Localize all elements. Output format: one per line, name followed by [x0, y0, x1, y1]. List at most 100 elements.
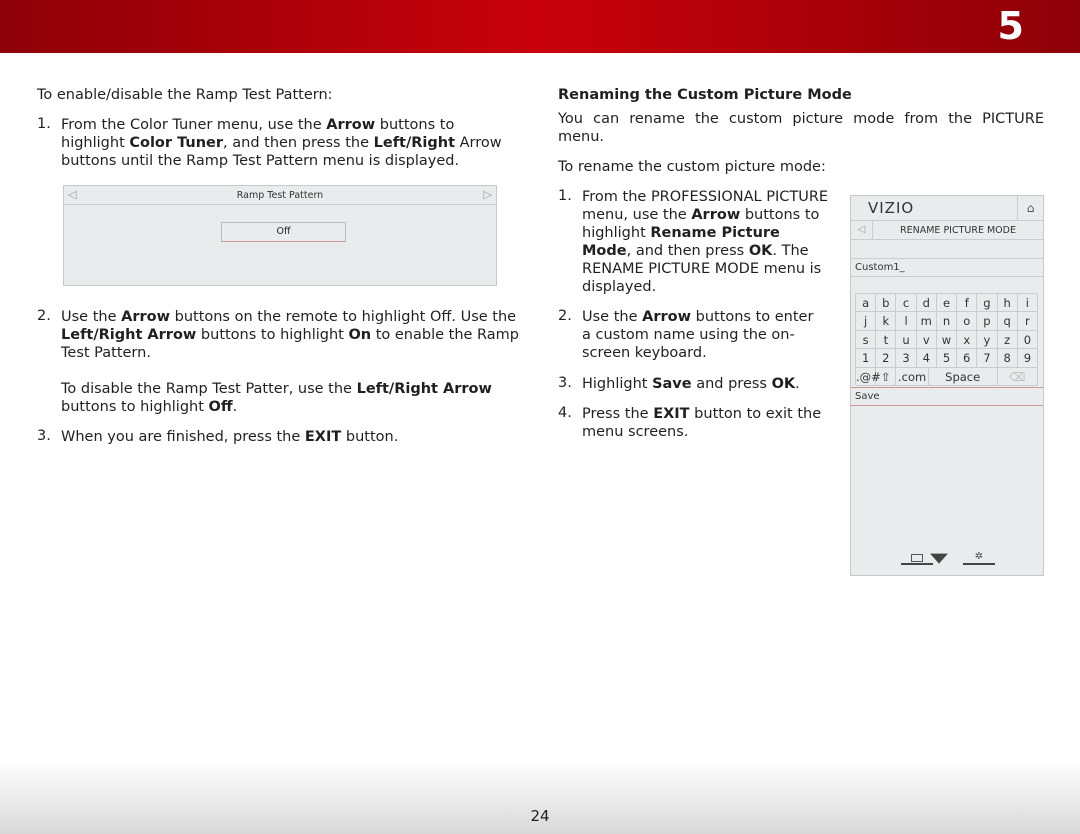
step-text: To disable the Ramp Test Patter, use the… — [61, 380, 506, 416]
key-4[interactable]: 4 — [916, 349, 937, 368]
text-run: , and then press — [626, 243, 749, 259]
key-m[interactable]: m — [916, 312, 937, 331]
key-5[interactable]: 5 — [936, 349, 958, 368]
rename-picture-mode-menu: VIZIO ⌂ ◁ RENAME PICTURE MODE Custom1_ a… — [850, 195, 1044, 576]
step-text: Use the Arrow buttons to enter a custom … — [582, 308, 822, 362]
symbols-key[interactable]: .@# — [856, 367, 881, 386]
key-l[interactable]: l — [896, 312, 917, 331]
key-i[interactable]: i — [1017, 294, 1038, 313]
key-9[interactable]: 9 — [1017, 349, 1038, 368]
step-number: 1. — [37, 116, 51, 132]
bold-term: Left/Right Arrow — [61, 327, 197, 343]
settings-gear-icon[interactable]: ✲ — [963, 551, 995, 565]
off-option[interactable]: Off — [221, 222, 346, 242]
key-w[interactable]: w — [936, 330, 958, 350]
input-icon[interactable] — [901, 552, 933, 565]
text-run: Press the — [582, 406, 654, 422]
left-arrow-icon[interactable]: ◁ — [68, 188, 76, 201]
text-run: . — [232, 399, 238, 415]
back-arrow-icon[interactable]: ◁ — [851, 221, 873, 239]
chapter-header: 5 — [0, 0, 1080, 53]
step-text: From the PROFESSIONAL PICTURE menu, use … — [582, 188, 832, 296]
bold-term: EXIT — [653, 406, 690, 422]
backspace-key[interactable]: ⌫ — [997, 367, 1038, 386]
text-run: . — [795, 376, 800, 392]
key-q[interactable]: q — [997, 312, 1018, 331]
text-run: button. — [341, 429, 399, 445]
key-b[interactable]: b — [876, 294, 897, 313]
bold-term: Arrow — [326, 117, 376, 133]
paragraph: You can rename the custom picture mode f… — [558, 110, 1044, 146]
text-run: buttons on the remote to highlight Off. … — [170, 309, 517, 325]
key-a[interactable]: a — [856, 294, 877, 313]
text-run: To enable/disable the Ramp Test Pattern: — [37, 87, 333, 103]
home-icon[interactable]: ⌂ — [1017, 196, 1043, 221]
key-1[interactable]: 1 — [856, 349, 877, 368]
text-run: and press — [691, 376, 772, 392]
key-t[interactable]: t — [876, 330, 897, 350]
key-r[interactable]: r — [1017, 312, 1038, 331]
page-number: 24 — [530, 807, 550, 825]
step-text: From the Color Tuner menu, use the Arrow… — [61, 116, 506, 170]
step-number: 2. — [37, 308, 51, 324]
text-run: buttons to highlight — [61, 399, 209, 415]
text-run: You can rename the custom picture mode f… — [558, 111, 1044, 145]
key-h[interactable]: h — [997, 294, 1018, 313]
paragraph: To rename the custom picture mode: — [558, 158, 1044, 176]
dotcom-key[interactable]: .com — [896, 367, 929, 386]
text-run: buttons to highlight — [196, 327, 349, 343]
key-3[interactable]: 3 — [896, 349, 917, 368]
step-text: Press the EXIT button to exit the menu s… — [582, 405, 822, 441]
text-run: To disable the Ramp Test Patter, use the — [61, 381, 357, 397]
space-key[interactable]: Space — [928, 367, 998, 386]
key-p[interactable]: p — [977, 312, 998, 331]
step-number: 4. — [558, 405, 572, 421]
key-e[interactable]: e — [936, 294, 958, 313]
right-arrow-icon[interactable]: ▷ — [484, 188, 492, 201]
key-8[interactable]: 8 — [997, 349, 1018, 368]
bold-term: Arrow — [121, 309, 170, 325]
key-y[interactable]: y — [977, 330, 998, 350]
key-z[interactable]: z — [997, 330, 1018, 350]
key-d[interactable]: d — [916, 294, 937, 313]
bold-term: Color Tuner — [129, 135, 224, 151]
key-2[interactable]: 2 — [876, 349, 897, 368]
key-7[interactable]: 7 — [977, 349, 998, 368]
section-heading: Renaming the Custom Picture Mode — [558, 87, 852, 103]
key-s[interactable]: s — [856, 330, 877, 350]
name-input[interactable]: Custom1_ — [851, 258, 1043, 277]
tv-header: VIZIO ⌂ — [851, 196, 1043, 221]
key-n[interactable]: n — [936, 312, 958, 331]
text-run: Highlight — [582, 376, 653, 392]
step-number: 2. — [558, 308, 572, 324]
menu-title: RENAME PICTURE MODE — [900, 225, 1016, 236]
key-0[interactable]: 0 — [1017, 330, 1038, 350]
bold-term: Save — [652, 376, 692, 392]
key-g[interactable]: g — [977, 294, 998, 313]
ramp-test-pattern-menu: ◁ Ramp Test Pattern ▷ Off — [63, 185, 497, 286]
text-run: Use the — [582, 309, 643, 325]
shift-key[interactable]: ⇧ — [876, 367, 897, 386]
on-screen-keyboard: a b c d e f g h i j k l m n o p q r s t u v w x y z 0 1 2 3 4 5 6 7 8 9 .@# ⇧… — [855, 293, 1038, 386]
menu-title: Ramp Test Pattern — [236, 190, 324, 201]
intro: To enable/disable the Ramp Test Pattern: — [37, 86, 517, 104]
text-run: To rename the custom picture mode: — [558, 159, 826, 175]
save-button[interactable]: Save — [851, 387, 1043, 406]
step-text: Use the Arrow buttons on the remote to h… — [61, 308, 526, 362]
key-x[interactable]: x — [957, 330, 978, 350]
key-j[interactable]: j — [856, 312, 877, 331]
key-v[interactable]: v — [916, 330, 937, 350]
bold-term: Left/Right — [373, 135, 456, 151]
text-run: , and then press the — [223, 135, 374, 151]
step-number: 3. — [558, 375, 572, 391]
key-u[interactable]: u — [896, 330, 917, 350]
key-o[interactable]: o — [957, 312, 978, 331]
key-k[interactable]: k — [876, 312, 897, 331]
vizio-logo: VIZIO — [868, 199, 915, 217]
key-c[interactable]: c — [896, 294, 917, 313]
vizio-v-icon[interactable]: ▼ — [930, 551, 948, 566]
menu-title-bar: ◁ Ramp Test Pattern ▷ — [64, 186, 496, 205]
key-f[interactable]: f — [957, 294, 978, 313]
step-number: 3. — [37, 428, 51, 444]
key-6[interactable]: 6 — [957, 349, 978, 368]
